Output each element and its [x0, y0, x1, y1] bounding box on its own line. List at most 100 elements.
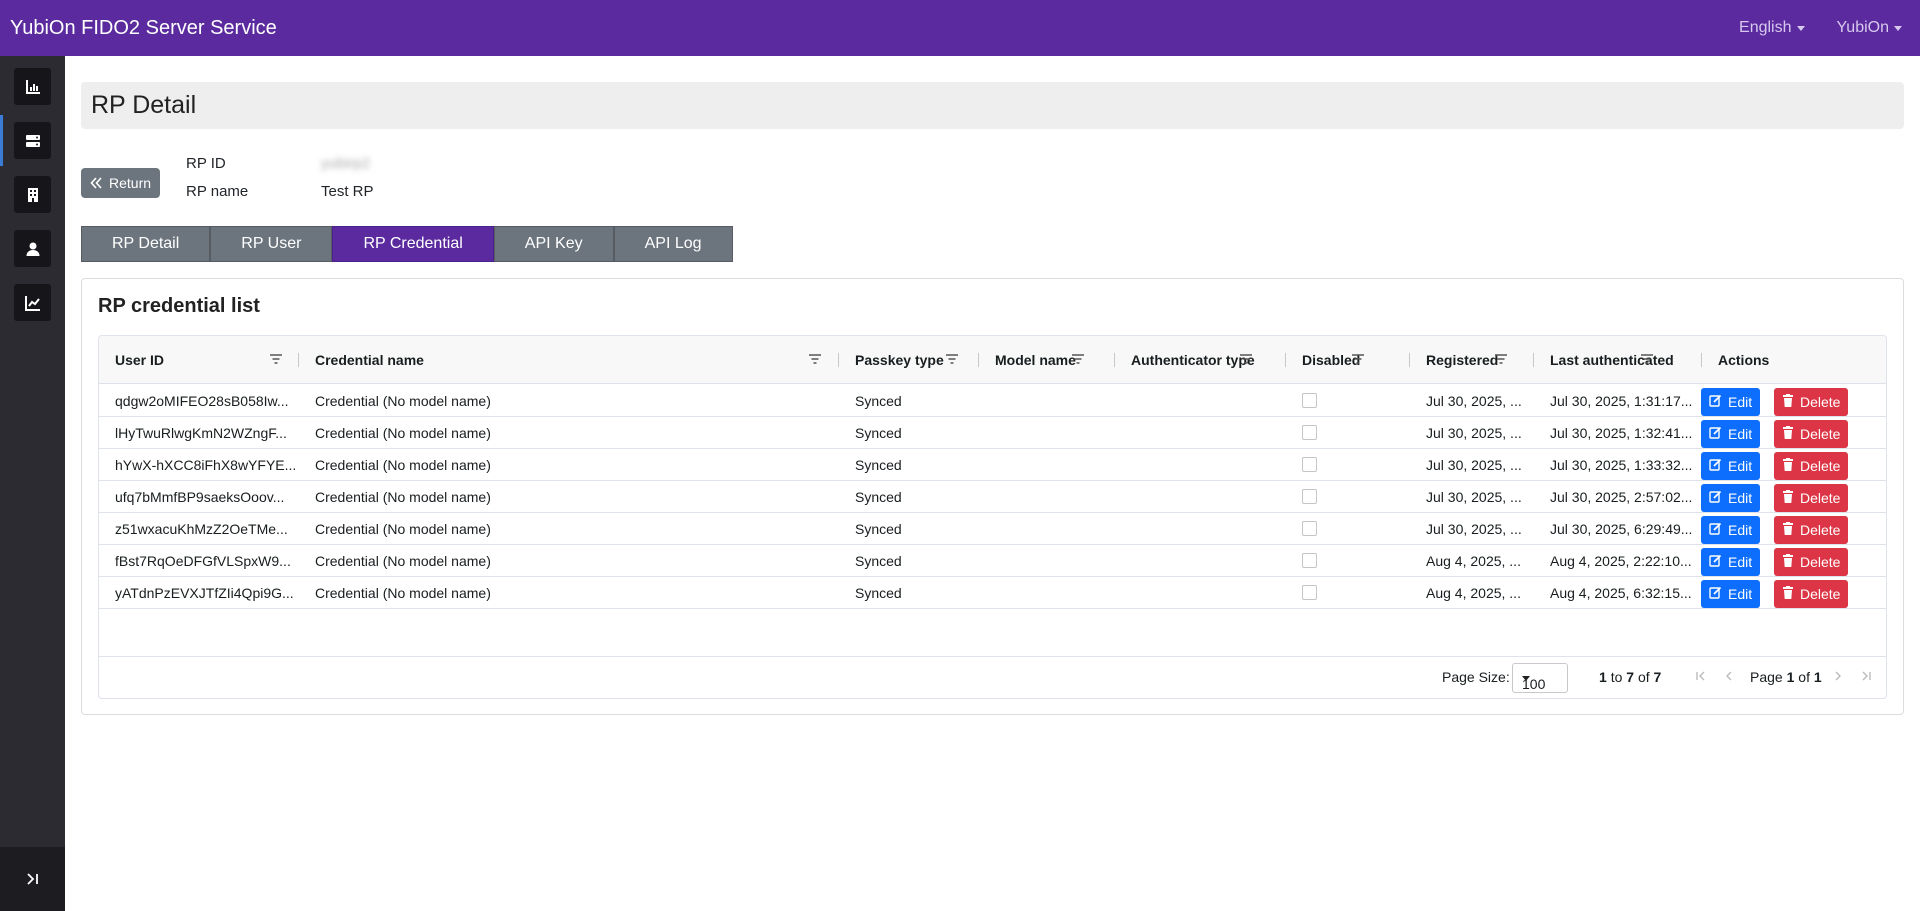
column-header-model-name[interactable]: Model name [979, 336, 1115, 384]
column-header-actions[interactable]: Actions [1702, 336, 1886, 384]
previous-page-icon[interactable] [1723, 670, 1735, 682]
range-to-word: to [1610, 669, 1623, 685]
caret-down-icon [1796, 25, 1805, 31]
filter-icon[interactable] [808, 352, 822, 368]
language-dropdown[interactable]: English [1739, 19, 1805, 37]
column-header-disabled[interactable]: Disabled [1286, 336, 1410, 384]
filter-icon[interactable] [1640, 352, 1654, 368]
edit-button[interactable]: Edit [1701, 484, 1761, 512]
tab-api-log[interactable]: API Log [613, 226, 733, 262]
return-button[interactable]: Return [81, 168, 161, 198]
delete-button[interactable]: Delete [1774, 580, 1849, 608]
delete-label: Delete [1800, 490, 1841, 506]
sidebar-item-users[interactable] [14, 230, 51, 267]
cell-authenticator-type [1131, 481, 1282, 513]
edit-icon [1709, 394, 1722, 410]
tab-rp-detail[interactable]: RP Detail [81, 226, 211, 262]
first-page-icon[interactable] [1695, 670, 1707, 682]
cell-last-authenticated: Jul 30, 2025, 6:29:49... [1550, 521, 1693, 537]
filter-icon[interactable] [1351, 352, 1365, 368]
user-icon [26, 242, 39, 256]
column-header-registered[interactable]: Registered [1410, 336, 1534, 384]
delete-button[interactable]: Delete [1774, 388, 1849, 416]
delete-label: Delete [1800, 522, 1841, 538]
edit-button[interactable]: Edit [1701, 388, 1761, 416]
delete-button[interactable]: Delete [1774, 484, 1849, 512]
delete-button[interactable]: Delete [1774, 516, 1849, 544]
tab-rp-user[interactable]: RP User [210, 226, 333, 262]
filter-icon[interactable] [1071, 352, 1085, 368]
page-size-label: Page Size: [1442, 669, 1510, 685]
table-row[interactable]: qdgw2oMIFEO28sB058Iw... Credential (No mo… [99, 385, 1886, 417]
edit-button[interactable]: Edit [1701, 452, 1761, 480]
edit-button[interactable]: Edit [1701, 516, 1761, 544]
cell-authenticator-type [1131, 577, 1282, 609]
page-title: RP Detail [91, 91, 197, 119]
building-icon [27, 187, 38, 202]
cell-last-authenticated: Jul 30, 2025, 1:33:32... [1550, 457, 1693, 473]
cell-credential-name: Credential (No model name) [315, 393, 491, 409]
server-icon [25, 134, 40, 147]
app-title[interactable]: YubiOn FIDO2 Server Service [10, 17, 277, 40]
table-row[interactable]: yATdnPzEVXJTfZIi4Qpi9G... Credential (No … [99, 577, 1886, 609]
delete-label: Delete [1800, 458, 1841, 474]
cell-credential-name: Credential (No model name) [315, 489, 491, 505]
tab-rp-credential[interactable]: RP Credential [332, 226, 494, 262]
tab-api-key[interactable]: API Key [493, 226, 614, 262]
cell-last-authenticated: Aug 4, 2025, 2:22:10... [1550, 553, 1692, 569]
table-row[interactable]: hYwX-hXCC8iFhX8wYFYE... Credential (No mo… [99, 449, 1886, 481]
column-header-credential-name[interactable]: Credential name [299, 336, 839, 384]
sidebar [0, 56, 65, 911]
trash-icon [1782, 522, 1794, 538]
range-from: 1 [1599, 669, 1607, 685]
delete-button[interactable]: Delete [1774, 548, 1849, 576]
disabled-checkbox[interactable] [1302, 424, 1317, 440]
last-page-icon[interactable] [1860, 670, 1872, 682]
user-dropdown[interactable]: YubiOn [1837, 19, 1902, 37]
cell-disabled [1302, 481, 1406, 513]
table-row[interactable]: fBst7RqOeDFGfVLSpxW9... Credential (No mo… [99, 545, 1886, 577]
column-header-last-authenticated[interactable]: Last authenticated [1534, 336, 1702, 384]
edit-label: Edit [1728, 586, 1753, 602]
delete-button[interactable]: Delete [1774, 420, 1849, 448]
filter-icon[interactable] [945, 352, 959, 368]
column-header-passkey-type[interactable]: Passkey type [839, 336, 979, 384]
column-header-user-id[interactable]: User ID [99, 336, 299, 384]
filter-icon[interactable] [1494, 352, 1508, 368]
table-row[interactable]: z51wxacuKhMzZ2OeTMe... Credential (No mod… [99, 513, 1886, 545]
sidebar-collapse-button[interactable] [0, 847, 65, 911]
collapse-sidebar-icon [26, 873, 38, 885]
cell-passkey-type: Synced [855, 425, 902, 441]
user-label: YubiOn [1836, 19, 1889, 36]
table-row[interactable]: lHyTwuRlwgKmN2WZngF... Credential (No mod… [99, 417, 1886, 449]
cell-user-id: z51wxacuKhMzZ2OeTMe... [115, 521, 288, 537]
disabled-checkbox[interactable] [1302, 584, 1317, 600]
edit-label: Edit [1728, 394, 1753, 410]
sidebar-item-organization[interactable] [14, 176, 51, 213]
disabled-checkbox[interactable] [1302, 456, 1317, 472]
next-page-icon[interactable] [1832, 670, 1844, 682]
edit-button[interactable]: Edit [1701, 580, 1761, 608]
cell-user-id: yATdnPzEVXJTfZIi4Qpi9G... [115, 585, 294, 601]
filter-icon[interactable] [1239, 352, 1253, 368]
column-resize-handle[interactable] [1886, 353, 1887, 367]
credential-grid: User ID Credential name Passkey type Model … [98, 335, 1887, 699]
page-size-select[interactable]: 100 [1512, 663, 1568, 693]
column-header-label: User ID [115, 352, 165, 368]
column-header-authenticator-type[interactable]: Authenticator type [1115, 336, 1286, 384]
disabled-checkbox[interactable] [1302, 488, 1317, 504]
sidebar-item-dashboard[interactable] [14, 68, 51, 105]
sidebar-item-rp[interactable] [0, 115, 51, 166]
column-header-label: Registered [1426, 352, 1499, 368]
filter-icon[interactable] [269, 352, 283, 368]
disabled-checkbox[interactable] [1302, 392, 1317, 408]
cell-user-id: ufq7bMmfBP9saeksOoov... [115, 489, 285, 505]
table-row[interactable]: ufq7bMmfBP9saeksOoov... Credential (No mo… [99, 481, 1886, 513]
sidebar-item-statistics[interactable] [14, 284, 51, 321]
disabled-checkbox[interactable] [1302, 552, 1317, 568]
delete-button[interactable]: Delete [1774, 452, 1849, 480]
edit-button[interactable]: Edit [1701, 420, 1761, 448]
disabled-checkbox[interactable] [1302, 520, 1317, 536]
cell-credential-name: Credential (No model name) [315, 521, 491, 537]
edit-button[interactable]: Edit [1701, 548, 1761, 576]
